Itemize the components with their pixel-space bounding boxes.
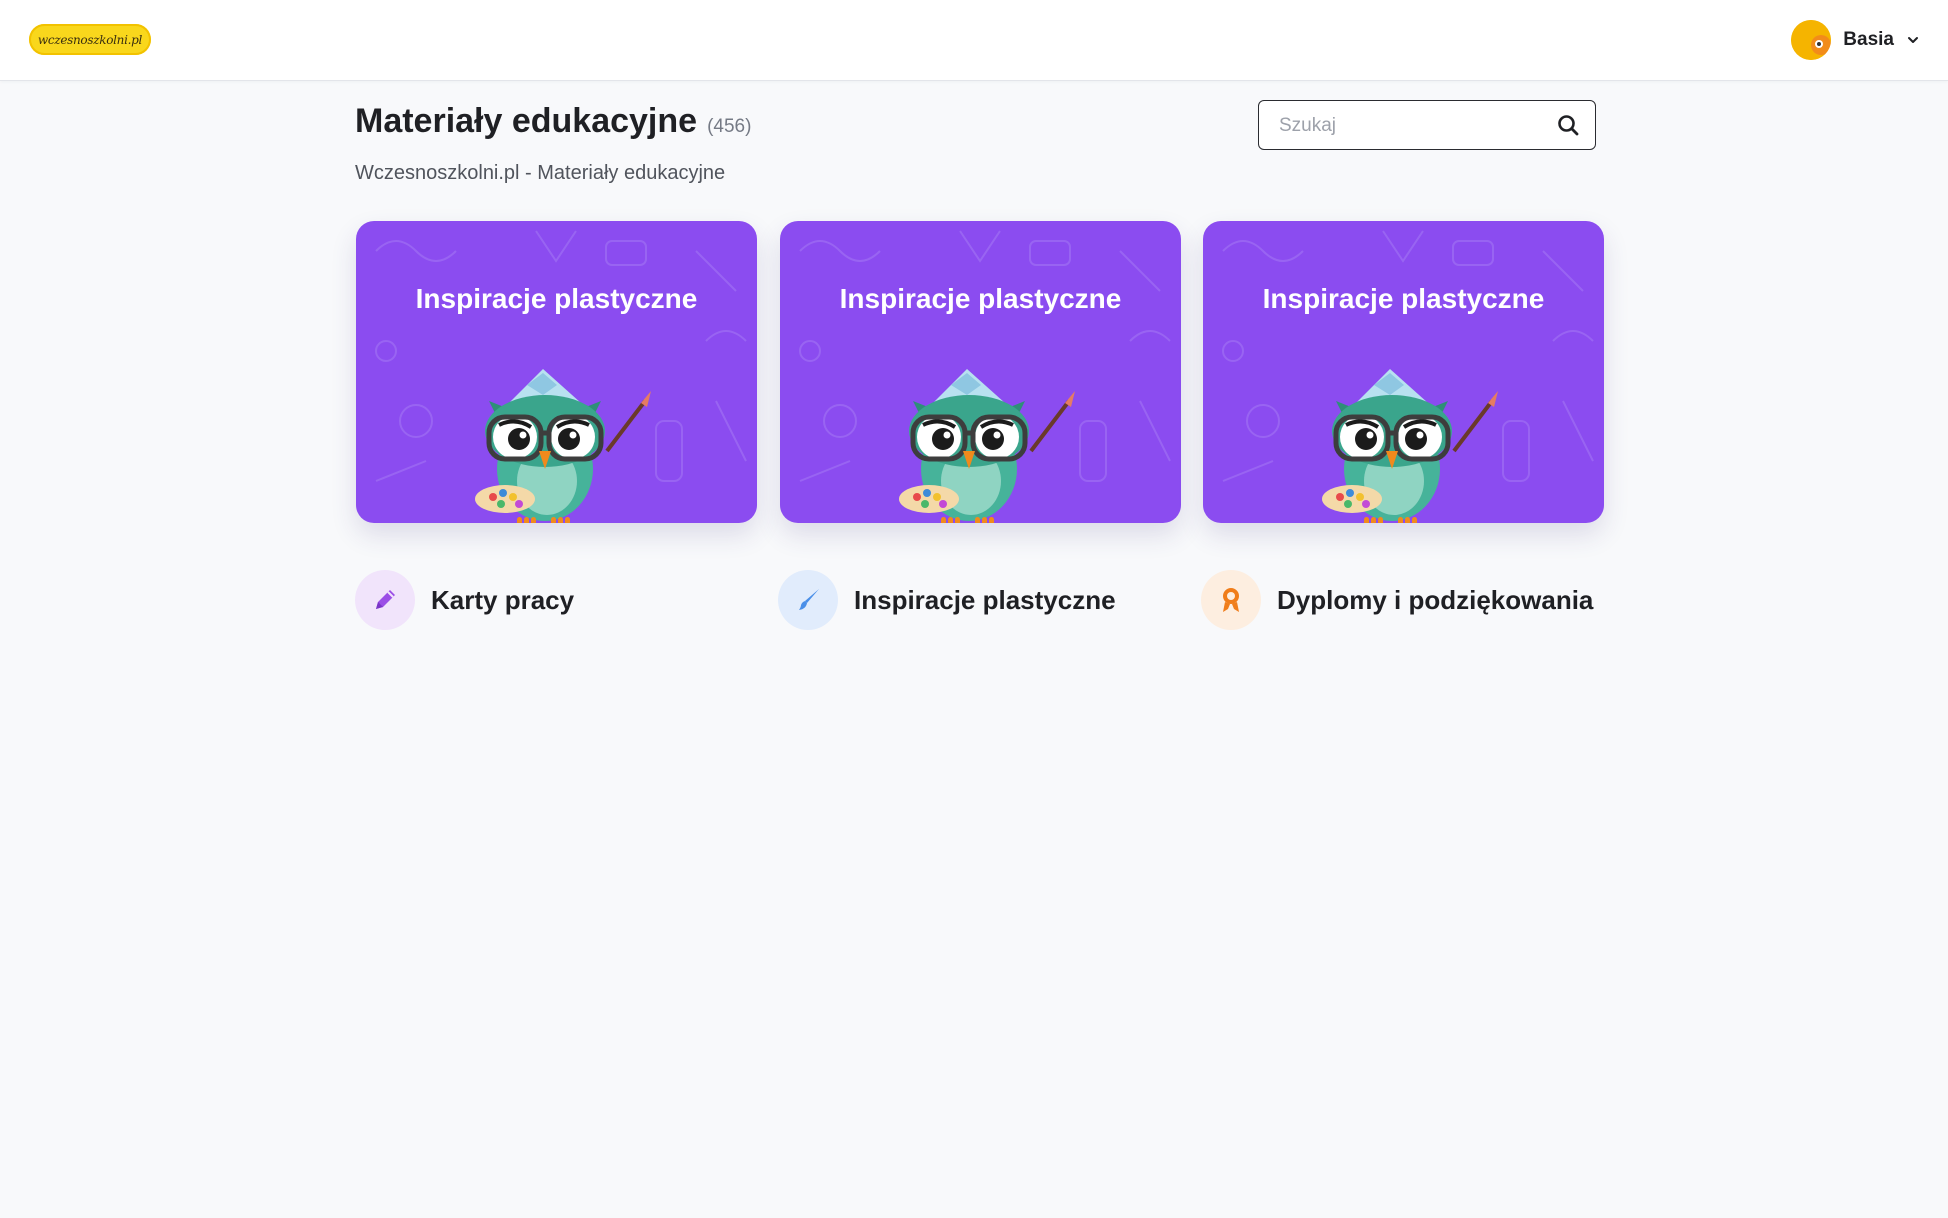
material-card-2[interactable]: Inspiracje plastyczne — [780, 221, 1181, 523]
category-icon-badge — [1201, 570, 1261, 630]
top-navigation-bar: wczesnoszkolni.pl Basia — [0, 0, 1948, 81]
owl-painter-illustration — [1316, 351, 1502, 523]
user-avatar — [1791, 20, 1832, 60]
chevron-down-icon[interactable] — [1906, 33, 1920, 47]
pencil-icon — [376, 590, 395, 609]
page-title: Materiały edukacyjne (456) — [355, 102, 751, 141]
search-box — [1258, 100, 1596, 150]
owl-avatar-icon — [1791, 20, 1832, 60]
owl-painter-illustration — [469, 351, 655, 523]
category-label: Inspiracje plastyczne — [854, 584, 1116, 615]
site-logo[interactable]: wczesnoszkolni.pl — [29, 24, 151, 55]
card-title: Inspiracje plastyczne — [1262, 283, 1545, 314]
card-title: Inspiracje plastyczne — [415, 283, 698, 314]
category-icon-badge — [778, 570, 838, 630]
user-menu[interactable]: Basia — [1791, 18, 1920, 62]
category-icon-badge — [355, 570, 415, 630]
owl-painter-illustration — [893, 351, 1079, 523]
category-dyplomy-i-podziekowania[interactable]: Dyplomy i podziękowania — [1201, 569, 1593, 631]
user-name: Basia — [1843, 29, 1894, 50]
category-label: Dyplomy i podziękowania — [1277, 584, 1594, 615]
material-card-1[interactable]: Inspiracje plastyczne — [356, 221, 757, 523]
search-icon[interactable] — [1557, 114, 1579, 136]
category-label: Karty pracy — [431, 584, 575, 615]
category-karty-pracy[interactable]: Karty pracy — [355, 569, 574, 631]
card-title: Inspiracje plastyczne — [839, 283, 1122, 314]
breadcrumb: Wczesnoszkolni.pl - Materiały edukacyjne — [355, 162, 726, 184]
award-icon — [1223, 588, 1239, 612]
search-input[interactable] — [1277, 101, 1551, 150]
material-card-3[interactable]: Inspiracje plastyczne — [1203, 221, 1604, 523]
paintbrush-icon — [799, 589, 819, 610]
category-inspiracje-plastyczne[interactable]: Inspiracje plastyczne — [778, 569, 1116, 631]
page-title-text: Materiały edukacyjne — [355, 102, 698, 140]
materials-count: (456) — [707, 116, 752, 137]
